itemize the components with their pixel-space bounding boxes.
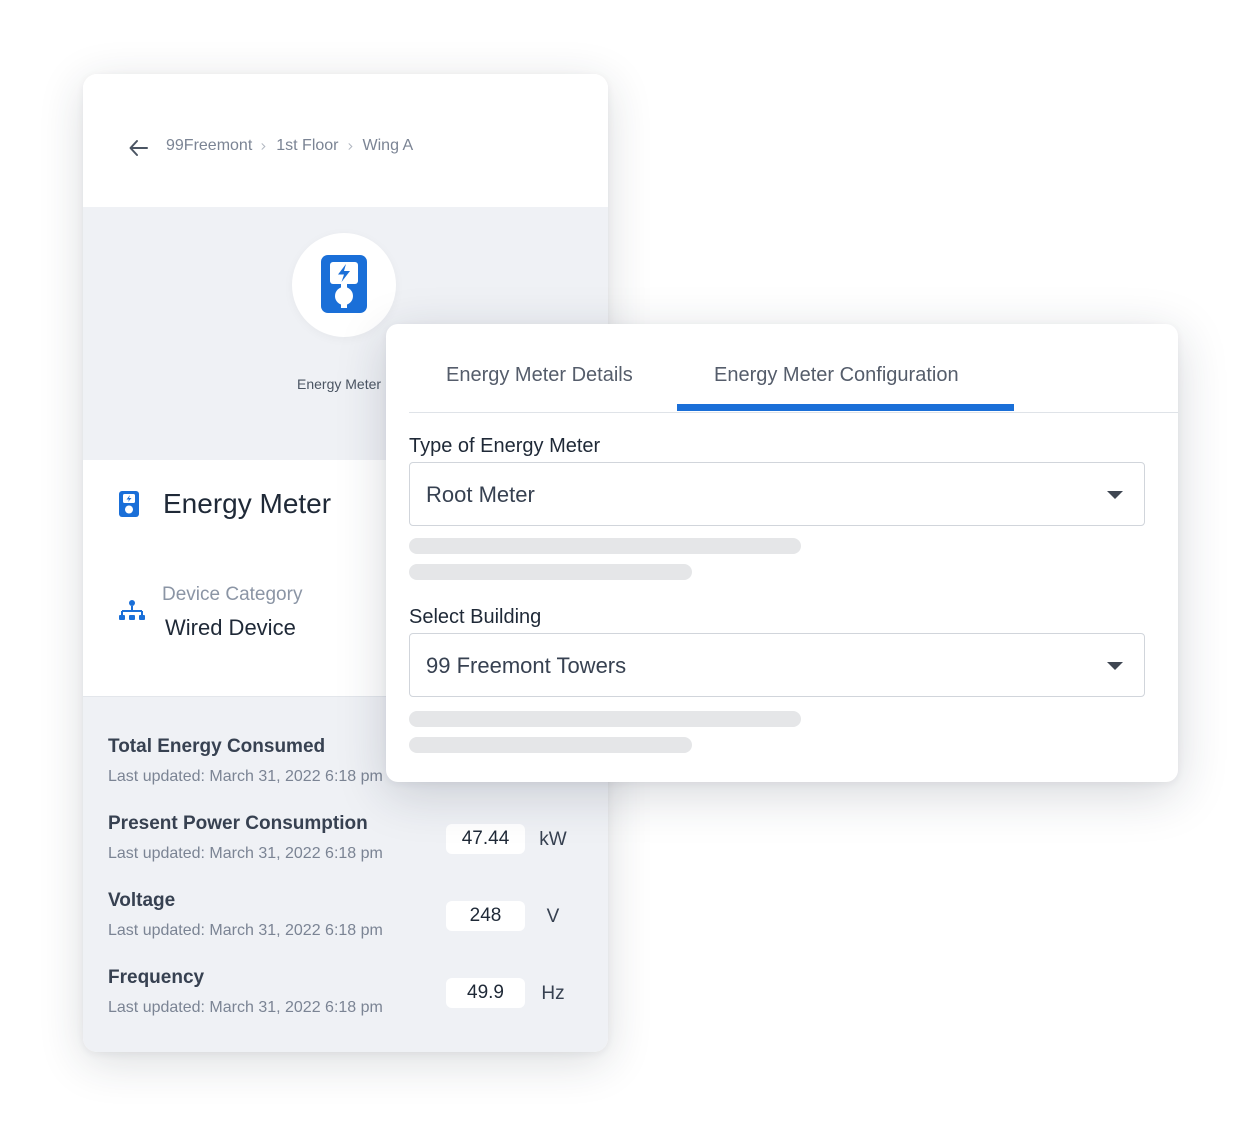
building-label: Select Building [409, 606, 542, 628]
device-category-label: Device Category [162, 584, 303, 605]
building-value: 99 Freemont Towers [426, 653, 627, 678]
building-select[interactable]: 99 Freemont Towers [409, 633, 1145, 697]
reading-frequency: Frequency Last updated: March 31, 2022 6… [108, 967, 588, 1027]
skeleton-line [409, 711, 801, 727]
card-header: 99Freemont 1st Floor Wing A [83, 74, 608, 207]
breadcrumb: 99Freemont 1st Floor Wing A [166, 137, 413, 155]
chevron-right-icon [347, 142, 353, 150]
active-tab-indicator [677, 404, 1014, 411]
skeleton-line [409, 564, 692, 580]
reading-unit: Hz [541, 983, 565, 1004]
reading-value: 47.44 [446, 824, 525, 854]
reading-updated: Last updated: March 31, 2022 6:18 pm [108, 845, 383, 862]
reading-name: Present Power Consumption [108, 813, 368, 834]
skeleton-line [409, 737, 692, 753]
reading-value: 248 [446, 901, 525, 931]
meter-type-value: Root Meter [426, 482, 535, 507]
reading-updated: Last updated: March 31, 2022 6:18 pm [108, 922, 383, 939]
device-avatar [292, 233, 396, 337]
device-title: Energy Meter [163, 488, 332, 519]
tab-energy-meter-details[interactable]: Energy Meter Details [446, 364, 633, 387]
breadcrumb-item-wing[interactable]: Wing A [363, 137, 414, 155]
reading-name: Voltage [108, 890, 176, 911]
caret-down-icon [1107, 491, 1123, 499]
energy-meter-icon [321, 255, 367, 313]
meter-type-select[interactable]: Root Meter [409, 462, 1145, 526]
wired-network-icon [119, 600, 145, 620]
breadcrumb-item-building[interactable]: 99Freemont [166, 137, 252, 155]
caret-down-icon [1107, 662, 1123, 670]
device-category-value: Wired Device [165, 615, 296, 640]
tab-bar: Energy Meter Details Energy Meter Config… [409, 324, 1178, 413]
tab-energy-meter-configuration[interactable]: Energy Meter Configuration [714, 364, 959, 387]
reading-value: 49.9 [446, 978, 525, 1008]
hero-label: Energy Meter [297, 376, 382, 392]
reading-name: Frequency [108, 967, 205, 988]
configuration-panel: Energy Meter Details Energy Meter Config… [386, 324, 1178, 782]
skeleton-line [409, 538, 801, 554]
reading-name: Total Energy Consumed [108, 736, 326, 757]
reading-unit: kW [539, 829, 567, 850]
reading-power: Present Power Consumption Last updated: … [108, 813, 588, 873]
breadcrumb-item-floor[interactable]: 1st Floor [276, 137, 338, 155]
reading-updated: Last updated: March 31, 2022 6:18 pm [108, 999, 383, 1016]
back-arrow-icon[interactable] [127, 136, 151, 160]
meter-type-label: Type of Energy Meter [409, 435, 601, 457]
energy-meter-icon [119, 491, 139, 517]
device-title-row: Energy Meter [119, 488, 331, 520]
chevron-right-icon [261, 142, 266, 150]
reading-updated: Last updated: March 31, 2022 6:18 pm [108, 768, 383, 785]
reading-voltage: Voltage Last updated: March 31, 2022 6:1… [108, 890, 588, 950]
reading-unit: V [546, 906, 560, 927]
